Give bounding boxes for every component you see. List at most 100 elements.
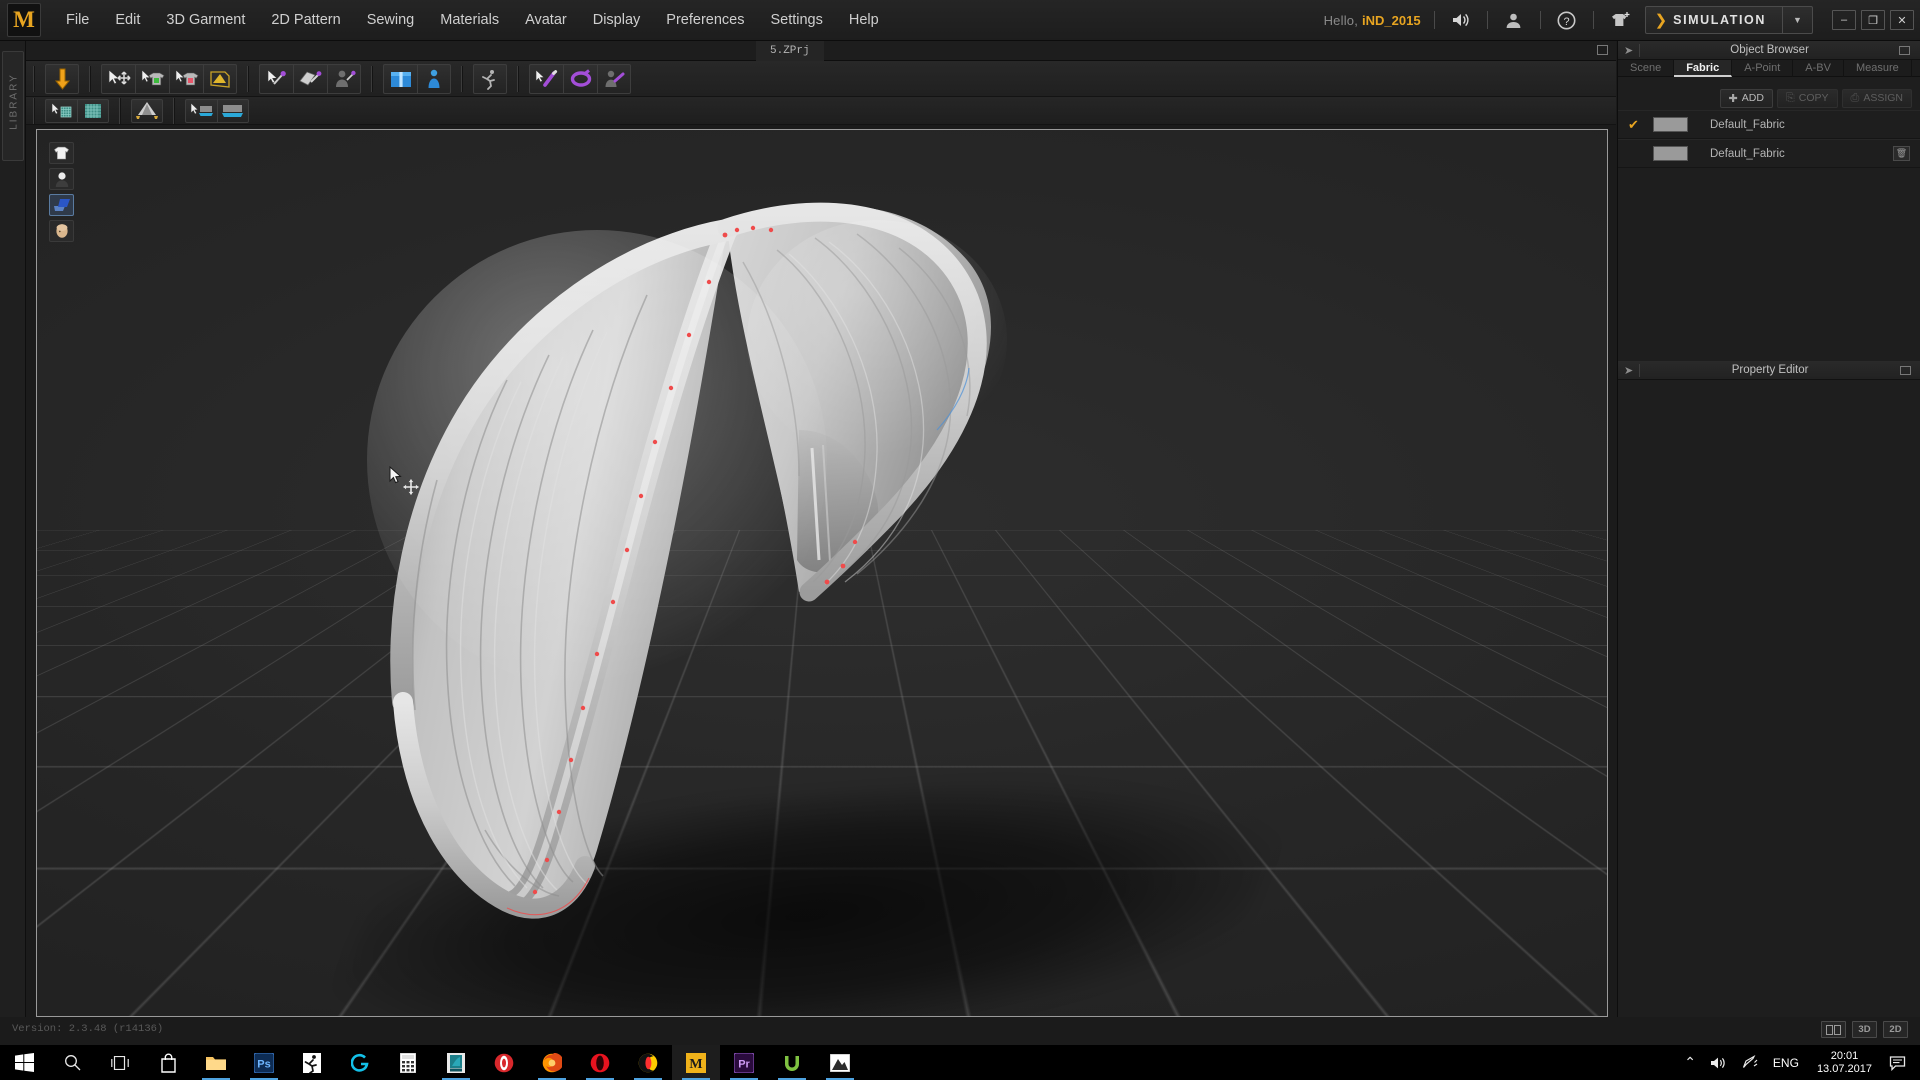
expand-tabstrip-icon[interactable] xyxy=(1597,45,1608,55)
menu-file[interactable]: File xyxy=(53,0,102,41)
file-tab-5zprj[interactable]: 5.ZPrj xyxy=(756,41,824,61)
collapse-arrow-icon[interactable]: ➤ xyxy=(1618,364,1633,377)
fabric-list-item-1[interactable]: ✔ Default_Fabric xyxy=(1618,110,1920,139)
gravity-button[interactable] xyxy=(131,98,163,123)
volume-icon[interactable] xyxy=(1703,1056,1734,1070)
toolbar-separator xyxy=(461,65,463,92)
start-button[interactable] xyxy=(0,1045,48,1080)
search-button[interactable] xyxy=(48,1045,96,1080)
edit-texture-button[interactable] xyxy=(77,98,109,123)
fabric-active-check-icon[interactable]: ✔ xyxy=(1628,117,1644,133)
premiere-button[interactable]: Pr xyxy=(720,1045,768,1080)
delete-fabric-icon[interactable]: 🗑 xyxy=(1893,146,1910,161)
tab-scene[interactable]: Scene xyxy=(1618,60,1675,77)
avatar-pin-button[interactable] xyxy=(327,63,361,94)
opera-gx-button[interactable] xyxy=(480,1045,528,1080)
add-garment-icon[interactable] xyxy=(1607,7,1633,33)
circular-tack-button[interactable] xyxy=(563,63,597,94)
popout-icon[interactable] xyxy=(1900,365,1911,375)
firefox-button[interactable] xyxy=(528,1045,576,1080)
pen-icon[interactable] xyxy=(1734,1055,1765,1070)
fabric-color-swatch[interactable] xyxy=(1653,146,1688,161)
garment-mesh[interactable] xyxy=(37,130,1608,1017)
simulate-button[interactable] xyxy=(45,63,79,94)
runner-app-button[interactable] xyxy=(288,1045,336,1080)
show-pattern-icon[interactable] xyxy=(49,194,74,216)
mode-dropdown-button[interactable]: ▼ xyxy=(1782,6,1812,34)
yandex-button[interactable] xyxy=(624,1045,672,1080)
arrangement-points-button[interactable] xyxy=(383,63,417,94)
fabric-color-swatch[interactable] xyxy=(1653,117,1688,132)
menu-avatar[interactable]: Avatar xyxy=(512,0,580,41)
tab-a-point[interactable]: A-Point xyxy=(1732,60,1794,77)
show-hidden-icons-chevron[interactable]: ⌃ xyxy=(1677,1054,1703,1071)
photoshop-button[interactable]: Ps xyxy=(240,1045,288,1080)
menu-materials[interactable]: Materials xyxy=(427,0,512,41)
clock-date: 13.07.2017 xyxy=(1816,1062,1872,1075)
show-avatar-icon[interactable] xyxy=(49,168,74,190)
copy-fabric-button[interactable]: ⎘ COPY xyxy=(1776,88,1838,108)
menu-2d-pattern[interactable]: 2D Pattern xyxy=(258,0,353,41)
menu-preferences[interactable]: Preferences xyxy=(653,0,757,41)
notification-icon[interactable] xyxy=(1882,1055,1914,1071)
menu-3d-garment[interactable]: 3D Garment xyxy=(153,0,258,41)
select-mesh-green-button[interactable] xyxy=(135,63,169,94)
user-account-icon[interactable] xyxy=(1501,7,1527,33)
restore-button[interactable]: ❐ xyxy=(1861,10,1885,30)
popout-icon[interactable] xyxy=(1899,45,1910,55)
avatar-tack-button[interactable] xyxy=(597,63,631,94)
language-indicator[interactable]: ENG xyxy=(1765,1056,1807,1070)
image-viewer-button[interactable] xyxy=(816,1045,864,1080)
tab-fabric[interactable]: Fabric xyxy=(1674,60,1733,77)
toolbar-group-tack xyxy=(529,63,631,94)
teal-app-button[interactable] xyxy=(432,1045,480,1080)
view-3d-button[interactable]: 3D xyxy=(1852,1021,1877,1038)
collapse-arrow-icon[interactable]: ➤ xyxy=(1618,44,1633,57)
menu-settings[interactable]: Settings xyxy=(757,0,835,41)
select-layer-button[interactable] xyxy=(185,98,217,123)
select-move-button[interactable] xyxy=(101,63,135,94)
select-texture-button[interactable] xyxy=(45,98,77,123)
avatar-arrange-button[interactable] xyxy=(417,63,451,94)
3d-viewport[interactable] xyxy=(36,129,1608,1017)
file-explorer-button[interactable] xyxy=(192,1045,240,1080)
assign-fabric-button[interactable]: ⎙ ASSIGN xyxy=(1841,88,1912,108)
tab-measure[interactable]: Measure xyxy=(1844,60,1912,77)
menu-display[interactable]: Display xyxy=(580,0,654,41)
close-button[interactable]: ✕ xyxy=(1890,10,1914,30)
fold-pin-button[interactable] xyxy=(293,63,327,94)
show-head-icon[interactable] xyxy=(49,220,74,242)
split-view-button[interactable] xyxy=(1821,1021,1846,1038)
add-fabric-button[interactable]: ✚ ADD xyxy=(1719,88,1773,108)
library-tab[interactable]: LIBRARY xyxy=(2,51,24,161)
menu-edit[interactable]: Edit xyxy=(102,0,153,41)
animation-button[interactable] xyxy=(473,63,507,94)
calculator-button[interactable] xyxy=(384,1045,432,1080)
logitech-button[interactable] xyxy=(336,1045,384,1080)
store-button[interactable] xyxy=(144,1045,192,1080)
app-logo[interactable]: M xyxy=(7,3,41,37)
fabric-list-item-2[interactable]: Default_Fabric 🗑 xyxy=(1618,139,1920,168)
tab-a-bv[interactable]: A-BV xyxy=(1793,60,1844,77)
minimize-button[interactable]: – xyxy=(1832,10,1856,30)
help-icon[interactable]: ? xyxy=(1554,7,1580,33)
menu-help[interactable]: Help xyxy=(836,0,892,41)
view-2d-button[interactable]: 2D xyxy=(1883,1021,1908,1038)
fold-arrangement-button[interactable] xyxy=(203,63,237,94)
toolbar-separator xyxy=(247,65,249,92)
speaker-icon[interactable] xyxy=(1448,7,1474,33)
divider xyxy=(1433,11,1435,29)
task-view-button[interactable] xyxy=(96,1045,144,1080)
simulation-mode-button[interactable]: ❯ SIMULATION ▼ xyxy=(1644,6,1813,34)
menu-sewing[interactable]: Sewing xyxy=(354,0,428,41)
toolbar-separator xyxy=(173,97,175,124)
opera-button[interactable] xyxy=(576,1045,624,1080)
pin-button[interactable] xyxy=(259,63,293,94)
select-tack-button[interactable] xyxy=(529,63,563,94)
select-mesh-red-button[interactable] xyxy=(169,63,203,94)
layer-panel-button[interactable] xyxy=(217,98,249,123)
clock[interactable]: 20:01 13.07.2017 xyxy=(1807,1050,1882,1076)
show-garment-icon[interactable] xyxy=(49,142,74,164)
utorrent-button[interactable] xyxy=(768,1045,816,1080)
marvelous-designer-button[interactable]: M xyxy=(672,1045,720,1080)
